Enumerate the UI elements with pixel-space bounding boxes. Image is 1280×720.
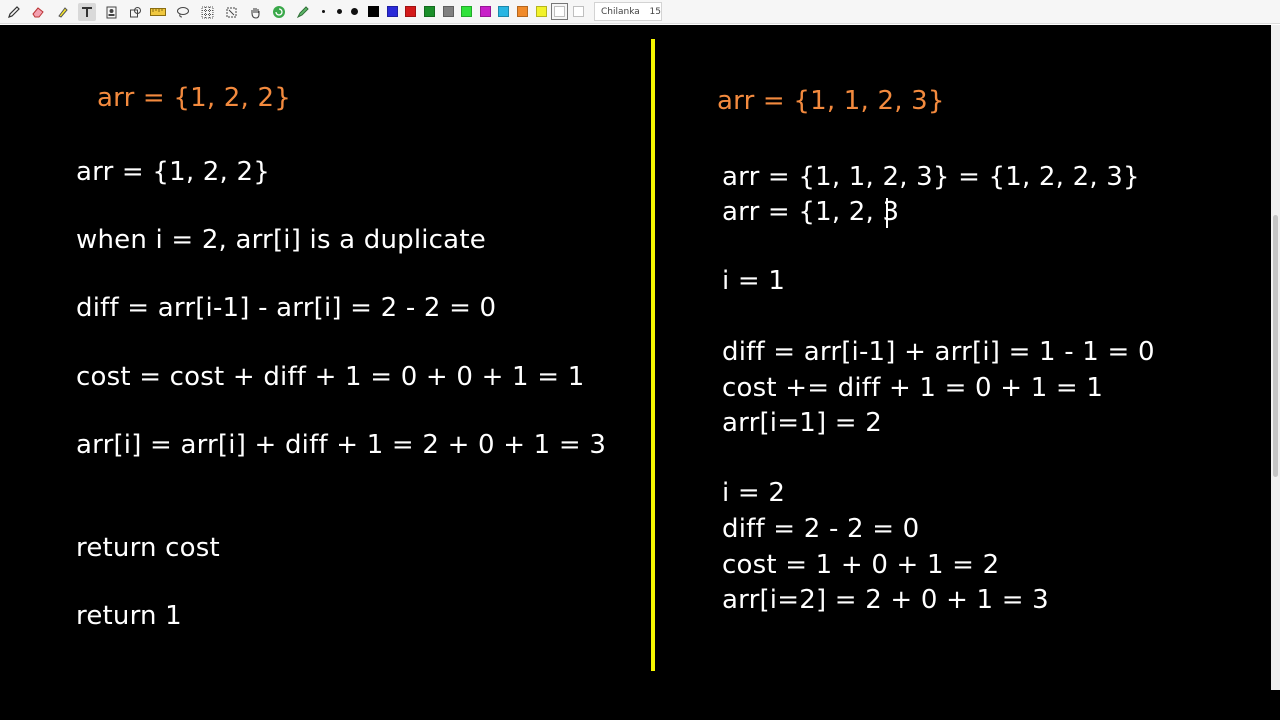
right-line-1: arr = {1, 1, 2, 3} = {1, 2, 2, 3}	[722, 162, 1140, 192]
lasso-icon[interactable]	[174, 3, 192, 21]
ruler-icon[interactable]	[149, 3, 167, 21]
color-swatch[interactable]	[573, 6, 584, 17]
grid-icon[interactable]	[198, 3, 216, 21]
left-line-6: return cost	[76, 533, 220, 563]
color-swatch[interactable]	[368, 6, 379, 17]
pencil-icon[interactable]	[5, 3, 23, 21]
text-icon[interactable]	[78, 3, 96, 21]
right-line-4: diff = arr[i-1] + arr[i] = 1 - 1 = 0	[722, 337, 1155, 367]
color-swatch[interactable]	[536, 6, 547, 17]
size-large-dot[interactable]	[351, 8, 358, 15]
toolbar: Chilanka 15	[0, 0, 1280, 24]
size-medium-dot[interactable]	[337, 9, 342, 14]
color-swatch[interactable]	[443, 6, 454, 17]
color-swatch[interactable]	[498, 6, 509, 17]
pen-settings-icon[interactable]	[294, 3, 312, 21]
right-line-5: cost += diff + 1 = 0 + 1 = 1	[722, 373, 1104, 403]
left-line-7: return 1	[76, 601, 182, 631]
select-icon[interactable]	[222, 3, 240, 21]
refresh-icon[interactable]	[270, 3, 288, 21]
color-swatch[interactable]	[405, 6, 416, 17]
stamp-icon[interactable]	[102, 3, 120, 21]
left-line-2: when i = 2, arr[i] is a duplicate	[76, 225, 486, 255]
hand-icon[interactable]	[246, 3, 264, 21]
left-heading: arr = {1, 2, 2}	[97, 83, 291, 113]
left-line-3: diff = arr[i-1] - arr[i] = 2 - 2 = 0	[76, 293, 497, 323]
text-cursor	[886, 198, 888, 228]
right-line-2: arr = {1, 2, 3	[722, 197, 900, 227]
right-heading: arr = {1, 1, 2, 3}	[717, 86, 945, 116]
bottom-strip	[0, 690, 1280, 720]
right-line-9: cost = 1 + 0 + 1 = 2	[722, 550, 1000, 580]
right-line-8: diff = 2 - 2 = 0	[722, 514, 920, 544]
font-name: Chilanka	[601, 6, 640, 17]
left-line-5: arr[i] = arr[i] + diff + 1 = 2 + 0 + 1 =…	[76, 430, 607, 460]
font-size: 15	[649, 6, 661, 17]
right-line-6: arr[i=1] = 2	[722, 408, 882, 438]
color-swatch[interactable]	[517, 6, 528, 17]
whiteboard-canvas[interactable]: arr = {1, 2, 2} arr = {1, 2, 2} when i =…	[0, 25, 1271, 690]
vertical-scrollbar[interactable]	[1271, 25, 1280, 690]
color-swatch[interactable]	[551, 3, 568, 20]
left-line-1: arr = {1, 2, 2}	[76, 157, 270, 187]
shape-icon[interactable]	[126, 3, 144, 21]
yellow-divider-line	[651, 39, 655, 671]
color-swatch[interactable]	[461, 6, 472, 17]
font-selector[interactable]: Chilanka 15	[594, 2, 662, 21]
scrollbar-thumb[interactable]	[1273, 215, 1278, 477]
highlighter-icon[interactable]	[54, 3, 72, 21]
eraser-icon[interactable]	[29, 3, 47, 21]
right-line-3: i = 1	[722, 266, 786, 296]
size-small-dot[interactable]	[322, 10, 325, 13]
color-swatch[interactable]	[387, 6, 398, 17]
right-line-10: arr[i=2] = 2 + 0 + 1 = 3	[722, 585, 1049, 615]
color-swatch[interactable]	[424, 6, 435, 17]
right-line-7: i = 2	[722, 478, 786, 508]
left-line-4: cost = cost + diff + 1 = 0 + 0 + 1 = 1	[76, 362, 585, 392]
color-swatch[interactable]	[480, 6, 491, 17]
